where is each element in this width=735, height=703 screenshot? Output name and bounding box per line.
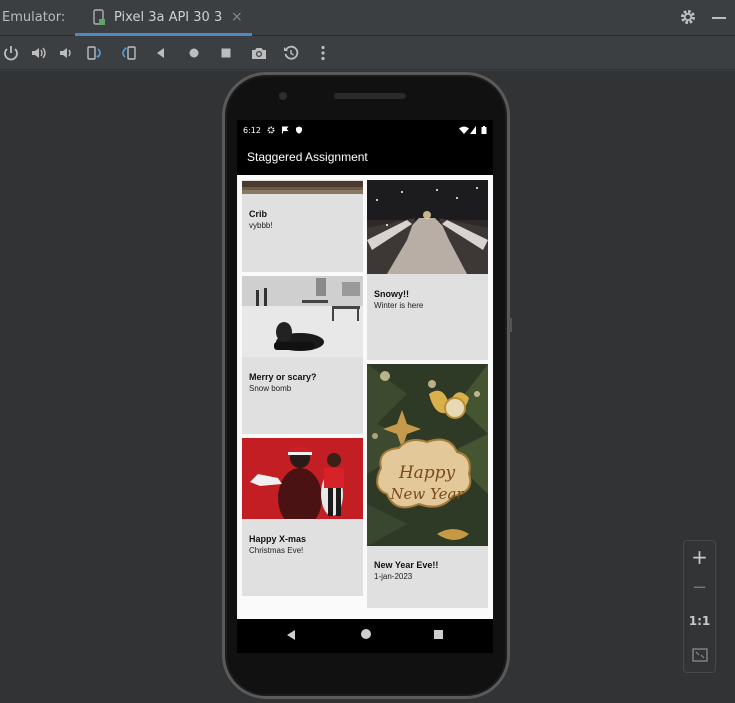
card-title: Happy X-mas — [249, 534, 307, 544]
card-title: Merry or scary? — [249, 372, 317, 382]
volume-down-icon[interactable] — [55, 42, 77, 64]
zoom-out-button[interactable]: − — [684, 577, 715, 598]
nav-back-button[interactable] — [287, 630, 295, 640]
signal-icon — [470, 126, 476, 134]
rotate-right-icon[interactable] — [117, 42, 139, 64]
card-new-year-eve[interactable]: Happy New Year New Year Eve!! 1-jan-2023 — [367, 364, 488, 608]
card-image-snowy-street — [367, 180, 488, 274]
card-subtitle: vybbb! — [249, 221, 273, 230]
card-snowy[interactable]: Snowy!! Winter is here — [367, 180, 488, 360]
flag-notification-icon — [282, 126, 289, 134]
android-nav-bar — [237, 619, 493, 653]
card-happy-xmas[interactable]: Happy X-mas Christmas Eve! — [242, 438, 363, 596]
card-title: Crib — [249, 209, 267, 219]
power-icon[interactable] — [0, 42, 22, 64]
home-icon[interactable] — [183, 42, 205, 64]
device-tab-title: Pixel 3a API 30 3 — [114, 10, 223, 25]
card-subtitle: 1-jan-2023 — [374, 572, 413, 581]
card-subtitle: Snow bomb — [249, 384, 292, 393]
ornament-text-happy: Happy — [398, 463, 456, 483]
card-image-santa — [242, 438, 363, 519]
emulator-label: Emulator: — [2, 10, 66, 25]
more-icon[interactable] — [312, 42, 334, 64]
device-tab[interactable]: Pixel 3a API 30 3 × — [75, 0, 252, 36]
phone-screen: 6:12 Staggered Assignment Crib vybbb! Sn… — [237, 120, 493, 653]
status-bar: 6:12 — [237, 120, 493, 142]
zoom-in-button[interactable]: + — [684, 545, 715, 569]
staggered-grid[interactable]: Crib vybbb! Snowy!! Winter is here Merry… — [237, 175, 493, 619]
card-subtitle: Winter is here — [374, 301, 424, 310]
card-title: Snowy!! — [374, 289, 409, 299]
tab-close-icon[interactable]: × — [231, 9, 243, 25]
zoom-actual-size-button[interactable]: 1:1 — [684, 614, 715, 628]
battery-icon — [481, 126, 487, 134]
app-title: Staggered Assignment — [247, 150, 368, 164]
card-merry-or-scary[interactable]: Merry or scary? Snow bomb — [242, 276, 363, 434]
front-camera — [279, 92, 287, 100]
card-title: New Year Eve!! — [374, 560, 439, 570]
nav-home-button[interactable] — [361, 629, 371, 639]
phone-side-button — [509, 318, 512, 332]
snapshot-icon[interactable] — [280, 42, 302, 64]
device-icon — [93, 9, 105, 25]
zoom-fit-icon[interactable] — [692, 648, 708, 662]
ornament-text-new-year: New Year — [389, 485, 464, 503]
emulator-toolbar — [0, 36, 735, 70]
zoom-panel: + − 1:1 — [683, 540, 716, 673]
settings-notification-icon — [267, 126, 275, 134]
card-image-new-year-ornament: Happy New Year — [367, 364, 488, 546]
status-time: 6:12 — [243, 126, 261, 135]
volume-up-icon[interactable] — [28, 42, 50, 64]
minimize-icon[interactable] — [712, 17, 726, 19]
earpiece-speaker — [334, 93, 406, 99]
nav-recents-button[interactable] — [434, 630, 443, 639]
wifi-icon — [459, 126, 469, 134]
card-image-dog-in-snow — [242, 276, 363, 357]
camera-icon[interactable] — [248, 42, 270, 64]
card-image-crib — [242, 180, 363, 194]
app-bar: Staggered Assignment — [237, 142, 493, 174]
emulator-tab-bar: Emulator: Pixel 3a API 30 3 × — [0, 0, 735, 36]
settings-icon[interactable] — [679, 8, 697, 26]
card-subtitle: Christmas Eve! — [249, 546, 304, 555]
shield-notification-icon — [296, 126, 302, 134]
overview-icon[interactable] — [215, 42, 237, 64]
back-icon[interactable] — [150, 42, 172, 64]
rotate-left-icon[interactable] — [84, 42, 106, 64]
card-crib[interactable]: Crib vybbb! — [242, 180, 363, 272]
